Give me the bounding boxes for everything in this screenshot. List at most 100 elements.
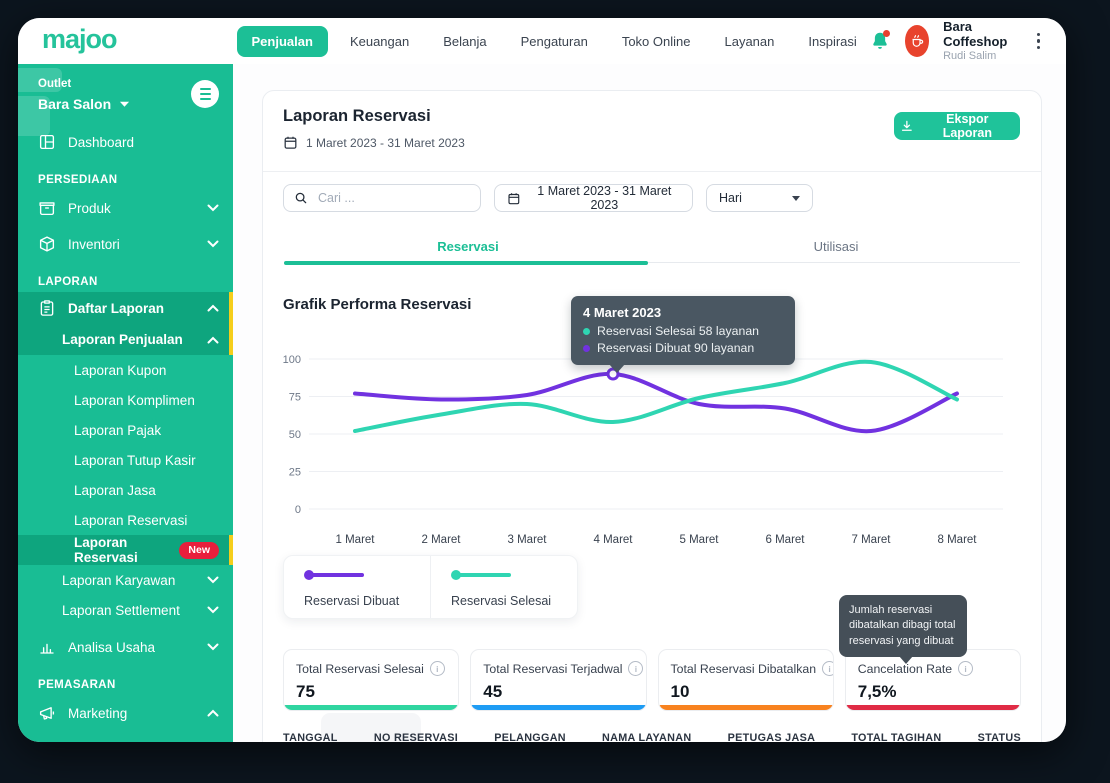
info-icon[interactable]: i [822, 661, 834, 676]
svg-text:1 Maret: 1 Maret [336, 534, 376, 546]
info-icon[interactable]: i [958, 661, 973, 676]
report-date-range: 1 Maret 2023 - 31 Maret 2023 [283, 135, 465, 150]
col-pelanggan[interactable]: PELANGGAN [494, 732, 566, 742]
nav-pengaturan[interactable]: Pengaturan [509, 27, 600, 56]
col-status[interactable]: STATUS [978, 732, 1021, 742]
caret-down-icon [119, 100, 130, 108]
sidebar-item-daftar-laporan[interactable]: Daftar Laporan [18, 292, 233, 324]
search-box[interactable] [283, 184, 481, 212]
kebab-menu-icon[interactable] [1031, 29, 1047, 54]
outlet-switcher: Outlet Bara Salon [18, 64, 233, 118]
performance-chart[interactable]: 02550751001 Maret2 Maret3 Maret4 Maret5 … [275, 343, 1015, 555]
user-name: Bara Coffeshop [943, 20, 1016, 50]
date-range-picker[interactable]: 1 Maret 2023 - 31 Maret 2023 [494, 184, 693, 212]
chart-title: Grafik Performa Reservasi [283, 296, 471, 313]
col-total-tagihan[interactable]: TOTAL TAGIHAN [851, 732, 941, 742]
sidebar-item-laporan-karyawan[interactable]: Laporan Karyawan [18, 565, 233, 595]
divider [263, 171, 1041, 172]
sidebar-item-laporan-reservasi[interactable]: Laporan Reservasi [18, 505, 233, 535]
sidebar-item-laporan-pajak[interactable]: Laporan Pajak [18, 415, 233, 445]
collapse-sidebar-button[interactable] [191, 80, 219, 108]
nav-penjualan[interactable]: Penjualan [237, 26, 328, 57]
legend-item-selesai[interactable]: Reservasi Selesai [430, 556, 577, 618]
sidebar-item-laporan-settlement[interactable]: Laporan Settlement [18, 595, 233, 625]
col-no-reservasi[interactable]: NO RESERVASI [374, 732, 458, 742]
sidebar-item-inventori[interactable]: Inventori [18, 226, 233, 262]
search-icon [294, 191, 308, 205]
page-title: Laporan Reservasi [283, 107, 431, 126]
info-icon[interactable]: i [430, 661, 445, 676]
active-tab-indicator [284, 261, 648, 265]
nav-inspirasi[interactable]: Inspirasi [796, 27, 868, 56]
sidebar-item-laporan-kupon[interactable]: Laporan Kupon [18, 355, 233, 385]
svg-text:4 Maret: 4 Maret [594, 534, 634, 546]
chevron-down-icon [207, 204, 219, 212]
sidebar-item-laporan-tutup-kasir[interactable]: Laporan Tutup Kasir [18, 445, 233, 475]
sidebar-item-laporan-jasa[interactable]: Laporan Jasa [18, 475, 233, 505]
svg-text:5 Maret: 5 Maret [680, 534, 720, 546]
svg-text:50: 50 [289, 429, 301, 441]
stat-value: 45 [471, 676, 645, 702]
svg-text:100: 100 [283, 354, 301, 366]
search-input[interactable] [316, 190, 470, 206]
app-window: majoo Penjualan Keuangan Belanja Pengatu… [18, 18, 1066, 742]
sidebar-item-dashboard[interactable]: Dashboard [18, 124, 233, 160]
stat-accent-bar [846, 705, 1020, 710]
avatar[interactable] [905, 25, 929, 57]
sidebar-item-analisa-usaha[interactable]: Analisa Usaha [18, 629, 233, 665]
main-nav: Penjualan Keuangan Belanja Pengaturan To… [237, 26, 869, 57]
legend-item-dibuat[interactable]: Reservasi Dibuat [284, 556, 430, 618]
stat-accent-bar [659, 705, 833, 710]
export-report-button[interactable]: Ekspor Laporan [894, 112, 1020, 140]
tab-utilisasi[interactable]: Utilisasi [652, 234, 1020, 262]
majoo-logo: majoo [42, 24, 117, 55]
sidebar-item-produk[interactable]: Produk [18, 190, 233, 226]
tooltip-date: 4 Maret 2023 [583, 305, 783, 320]
period-select[interactable]: Hari [706, 184, 813, 212]
bar-chart-icon [38, 638, 56, 656]
nav-belanja[interactable]: Belanja [431, 27, 498, 56]
download-icon [900, 119, 914, 133]
tab-reservasi[interactable]: Reservasi [284, 234, 652, 262]
megaphone-icon [38, 704, 56, 722]
screenshot-stage: majoo Penjualan Keuangan Belanja Pengatu… [0, 0, 1110, 783]
sidebar-item-laporan-reservasi-new[interactable]: Laporan Reservasi New [18, 535, 233, 565]
stat-accent-bar [284, 705, 458, 710]
nav-toko-online[interactable]: Toko Online [610, 27, 703, 56]
stat-value: 10 [659, 676, 833, 702]
chart-legend: Reservasi Dibuat Reservasi Selesai [283, 555, 578, 619]
series-dot [583, 345, 590, 352]
tooltip-arrow [899, 656, 913, 664]
stat-value: 75 [284, 676, 458, 702]
calendar-icon [507, 191, 521, 206]
clipboard-icon [38, 299, 56, 317]
stat-total-terjadwal: Total Reservasi Terjadwali 45 [470, 649, 646, 711]
svg-text:2 Maret: 2 Maret [422, 534, 462, 546]
svg-text:75: 75 [289, 392, 301, 404]
nav-keuangan[interactable]: Keuangan [338, 27, 421, 56]
sidebar-section-persediaan: PERSEDIAAN [18, 160, 233, 190]
sidebar-item-laporan-penjualan[interactable]: Laporan Penjualan [18, 324, 233, 355]
filter-row: 1 Maret 2023 - 31 Maret 2023 Hari [283, 184, 813, 212]
svg-text:7 Maret: 7 Maret [852, 534, 892, 546]
notification-bell-icon[interactable] [869, 30, 891, 52]
new-badge: New [179, 542, 219, 559]
sidebar-item-marketing[interactable]: Marketing [18, 695, 233, 731]
stat-accent-bar [471, 705, 645, 710]
col-petugas-jasa[interactable]: PETUGAS JASA [728, 732, 816, 742]
svg-text:0: 0 [295, 504, 301, 516]
tooltip-line: Reservasi Selesai 58 layanan [583, 324, 783, 338]
chevron-down-icon [207, 240, 219, 248]
calendar-icon [283, 135, 298, 150]
col-nama-layanan[interactable]: NAMA LAYANAN [602, 732, 691, 742]
series-dot [583, 328, 590, 335]
chevron-up-icon [207, 336, 219, 344]
info-icon[interactable]: i [628, 661, 643, 676]
coffee-cup-icon [908, 32, 926, 50]
nav-layanan[interactable]: Layanan [712, 27, 786, 56]
cube-icon [38, 235, 56, 253]
col-tanggal[interactable]: TANGGAL [283, 732, 338, 742]
box-icon [38, 199, 56, 217]
user-info[interactable]: Bara Coffeshop Rudi Salim [943, 20, 1016, 63]
sidebar-item-laporan-komplimen[interactable]: Laporan Komplimen [18, 385, 233, 415]
